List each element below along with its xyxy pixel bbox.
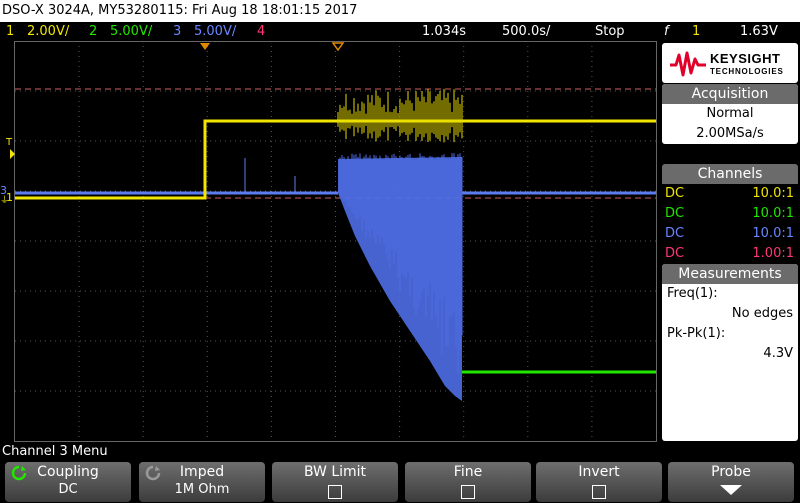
status-bar: 1 2.00V/ 2 5.00V/ 3 5.00V/ 4 1.034s 500.… [0,22,800,41]
measurements-header: Measurements [662,264,798,284]
trigger-level-t-marker: T [5,137,13,148]
freq-value: No edges [731,306,793,321]
ch3-number: 3 [173,24,182,39]
channels-header: Channels [662,164,798,184]
title-text: DSO-X 3024A, MY53280115: Fri Aug 18 18:0… [2,3,358,18]
ch2-coupling: DC [665,206,685,221]
channel-row-1: DC 10.0:1 [662,184,798,204]
invert-label: Invert [578,464,620,480]
trigger-source: 1 [692,24,701,39]
bw-limit-label: BW Limit [303,464,367,480]
freq-label: Freq(1): [667,286,718,301]
ch3-scale: 5.00V/ [194,24,237,39]
waveform-display[interactable]: T 3 1 ⏚ [0,41,660,442]
fine-softkey[interactable]: Fine [405,462,531,502]
fine-checkbox[interactable] [461,485,475,499]
title-bar: DSO-X 3024A, MY53280115: Fri Aug 18 18:0… [0,0,800,22]
channel-row-2: DC 10.0:1 [662,204,798,224]
measurements-panel: Measurements Freq(1): No edges Pk-Pk(1):… [662,264,798,441]
channel-row-4: DC 1.00:1 [662,244,798,264]
horizontal-delay: 1.034s [422,24,466,39]
probe-softkey[interactable]: Probe [668,462,794,502]
ch4-probe: 1.00:1 [752,246,794,261]
keysight-logo: KEYSIGHT TECHNOLOGIES [662,43,798,83]
ch1-coupling: DC [665,186,685,201]
ch3-probe: 10.0:1 [752,226,794,241]
pkpk-label: Pk-Pk(1): [667,326,726,341]
ch1-scale: 2.00V/ [27,24,70,39]
pkpk-value: 4.3V [763,346,793,361]
bw-limit-checkbox[interactable] [328,485,342,499]
channels-panel: Channels DC 10.0:1 DC 10.0:1 DC 10.0:1 D… [662,164,798,264]
fine-label: Fine [453,464,483,480]
imped-softkey[interactable]: Imped 1M Ohm [139,462,265,502]
acquisition-header: Acquisition [662,84,798,104]
invert-checkbox[interactable] [592,485,606,499]
channel-row-3: DC 10.0:1 [662,224,798,244]
ch1-probe: 10.0:1 [752,186,794,201]
ch1-number: 1 [6,24,15,39]
ch4-number: 4 [257,24,266,39]
right-info-panel: KEYSIGHT TECHNOLOGIES Acquisition Normal… [660,41,800,442]
waveform-svg: T 3 1 ⏚ [0,41,660,442]
ch2-number: 2 [89,24,98,39]
coupling-value: DC [58,482,78,497]
timebase: 500.0s/ [502,24,551,39]
brand-name: KEYSIGHT [710,51,781,66]
bw-limit-softkey[interactable]: BW Limit [272,462,398,502]
ch2-scale: 5.00V/ [110,24,153,39]
keysight-wave-icon [670,51,706,77]
sample-rate: 2.00MSa/s [696,126,764,141]
trigger-edge-icon: f [664,24,669,39]
acquisition-mode: Normal [706,106,754,121]
ch3-coupling: DC [665,226,685,241]
acquisition-panel: Acquisition Normal 2.00MSa/s [662,84,798,144]
brand-sub: TECHNOLOGIES [710,67,784,76]
trigger-level: 1.63V [740,24,778,39]
cycle-icon [11,465,27,481]
ch2-probe: 10.0:1 [752,206,794,221]
softkey-menu: Channel 3 Menu Coupling DC Imped 1M Ohm … [0,443,800,503]
ground-symbol-icon: ⏚ [0,195,9,206]
coupling-softkey[interactable]: Coupling DC [5,462,131,502]
invert-softkey[interactable]: Invert [536,462,662,502]
menu-title: Channel 3 Menu [2,444,108,459]
probe-label: Probe [711,464,751,480]
run-state: Stop [595,24,625,39]
imped-value: 1M Ohm [174,482,230,497]
cycle-icon [145,465,161,481]
down-arrow-icon [720,485,742,495]
ch4-coupling: DC [665,246,685,261]
